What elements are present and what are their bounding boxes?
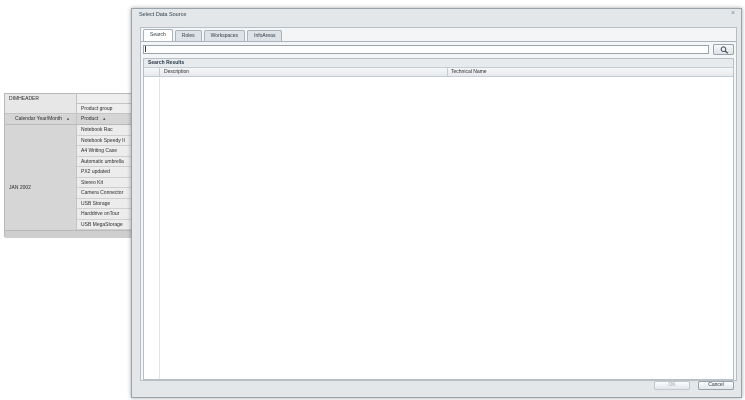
search-input[interactable] [143,45,709,54]
selection-column [144,78,160,379]
close-icon[interactable]: × [729,10,737,18]
product-row: Notebook Rac [77,125,133,136]
tab-divider [141,41,736,42]
search-results-panel: Search Results Description Technical Nam… [143,58,734,380]
tab-infoareas[interactable]: InfoAreas [247,30,283,41]
magnifier-icon [720,46,729,54]
search-button[interactable] [713,44,734,55]
tab-strip: Search Roles Workspaces InfoAreas [143,28,284,41]
sort-arrow-icon[interactable]: ▲ [66,116,70,121]
dialog-content: Search Roles Workspaces InfoAreas Search… [140,27,737,381]
search-results-title: Search Results [144,59,733,68]
select-data-source-dialog: Select Data Source × Search Roles Worksp… [131,8,742,398]
product-row: Notebook Speedy II [77,135,133,146]
text-caret [145,46,146,52]
technical-name-column-header[interactable]: Technical Name [448,68,735,77]
ok-button[interactable]: OK [654,381,690,390]
calendar-year-month-header[interactable]: Calendar Year/Month ▲ [5,114,77,125]
header-spacer [77,94,133,104]
table-footer [5,230,133,238]
product-group-header[interactable]: Product group [77,104,133,114]
results-table-header: Description Technical Name [144,68,733,77]
tab-workspaces[interactable]: Workspaces [203,30,246,41]
results-table-body [144,78,733,379]
tab-roles[interactable]: Roles [174,30,202,41]
tab-search[interactable]: Search [143,29,173,41]
cancel-button[interactable]: Cancel [698,381,734,390]
search-row [143,44,734,55]
product-row: Harddrive onTour [77,209,133,220]
calendar-header-label: Calendar Year/Month [15,116,62,122]
product-row: Camera Connector [77,188,133,199]
month-cell: JAN 2002 [5,125,77,230]
product-row: Stereo Kit [77,177,133,188]
product-header-label: Product [81,116,99,122]
sort-arrow-icon[interactable]: ▲ [102,116,106,121]
product-row: A4 Writing Case [77,146,133,157]
select-all-column[interactable] [144,68,160,77]
dialog-title: Select Data Source [139,12,187,18]
product-row: USB MegaStorage [77,219,133,230]
product-row: PX2 updated [77,167,133,178]
product-list: Notebook Rac Notebook Speedy II A4 Writi… [77,125,133,230]
background-report-table: DIMHEADER Product group Calendar Year/Mo… [4,93,133,238]
dimheader-cell: DIMHEADER [5,94,77,114]
product-header[interactable]: Product ▲ [77,114,133,125]
description-column-header[interactable]: Description [160,68,448,77]
product-row: USB Storage [77,198,133,209]
month-value: JAN 2002 [9,185,31,191]
product-row: Automatic umbrella [77,156,133,167]
